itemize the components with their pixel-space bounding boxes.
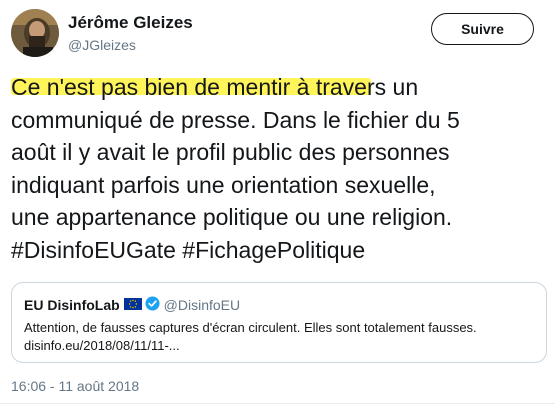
avatar-photo-icon [11,9,59,57]
quoted-author-name: EU DisinfoLab [24,297,120,313]
verified-badge-icon [145,296,160,314]
author-name[interactable]: Jérôme Gleizes [68,13,193,33]
follow-button[interactable]: Suivre [431,13,534,45]
tweet-timestamp[interactable]: 16:06 - 11 août 2018 [11,378,139,394]
quoted-author-handle: @DisinfoEU [163,297,241,313]
quoted-tweet-link[interactable]: disinfo.eu/2018/08/11/11-... [24,337,180,355]
tweet-text: Ce n'est pas bien de mentir à travers un… [11,74,460,263]
divider [0,403,555,404]
eu-flag-icon [123,297,142,313]
author-avatar[interactable] [11,9,59,57]
author-handle[interactable]: @JGleizes [68,37,136,53]
quoted-tweet-header: EU DisinfoLab @DisinfoEU [24,296,240,314]
quoted-tweet-text: Attention, de fausses captures d'écran c… [24,320,477,335]
quoted-tweet-card[interactable]: EU DisinfoLab @DisinfoEU Attention, de f… [11,282,547,363]
